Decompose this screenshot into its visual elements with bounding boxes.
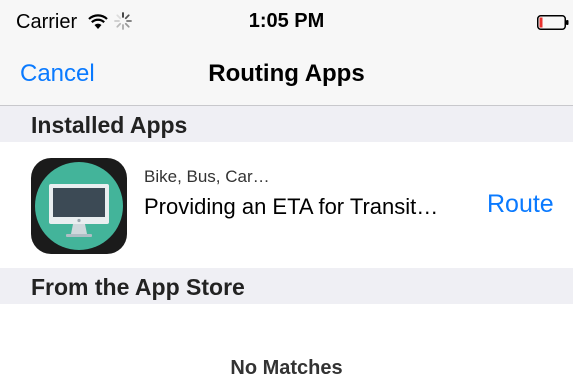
- section-header-app-store: From the App Store: [0, 268, 573, 304]
- computer-monitor-icon: [31, 158, 127, 254]
- installed-app-row[interactable]: Bike, Bus, Car… Providing an ETA for Tra…: [0, 142, 573, 268]
- app-title: Providing an ETA for Transit…: [144, 194, 439, 219]
- section-header-label: From the App Store: [31, 274, 245, 300]
- section-header-label: Installed Apps: [31, 112, 188, 138]
- section-header-installed: Installed Apps: [0, 106, 573, 142]
- app-subtitle: Bike, Bus, Car…: [144, 167, 270, 186]
- no-matches-label: No Matches: [230, 357, 343, 376]
- navigation-bar: Cancel Routing Apps: [0, 44, 573, 106]
- status-time: 1:05 PM: [248, 10, 325, 32]
- status-bar: Carrier 1:05 PM: [0, 0, 573, 44]
- route-button[interactable]: Route: [487, 190, 554, 219]
- battery-icon: [537, 15, 569, 30]
- page-title: Routing Apps: [208, 60, 365, 87]
